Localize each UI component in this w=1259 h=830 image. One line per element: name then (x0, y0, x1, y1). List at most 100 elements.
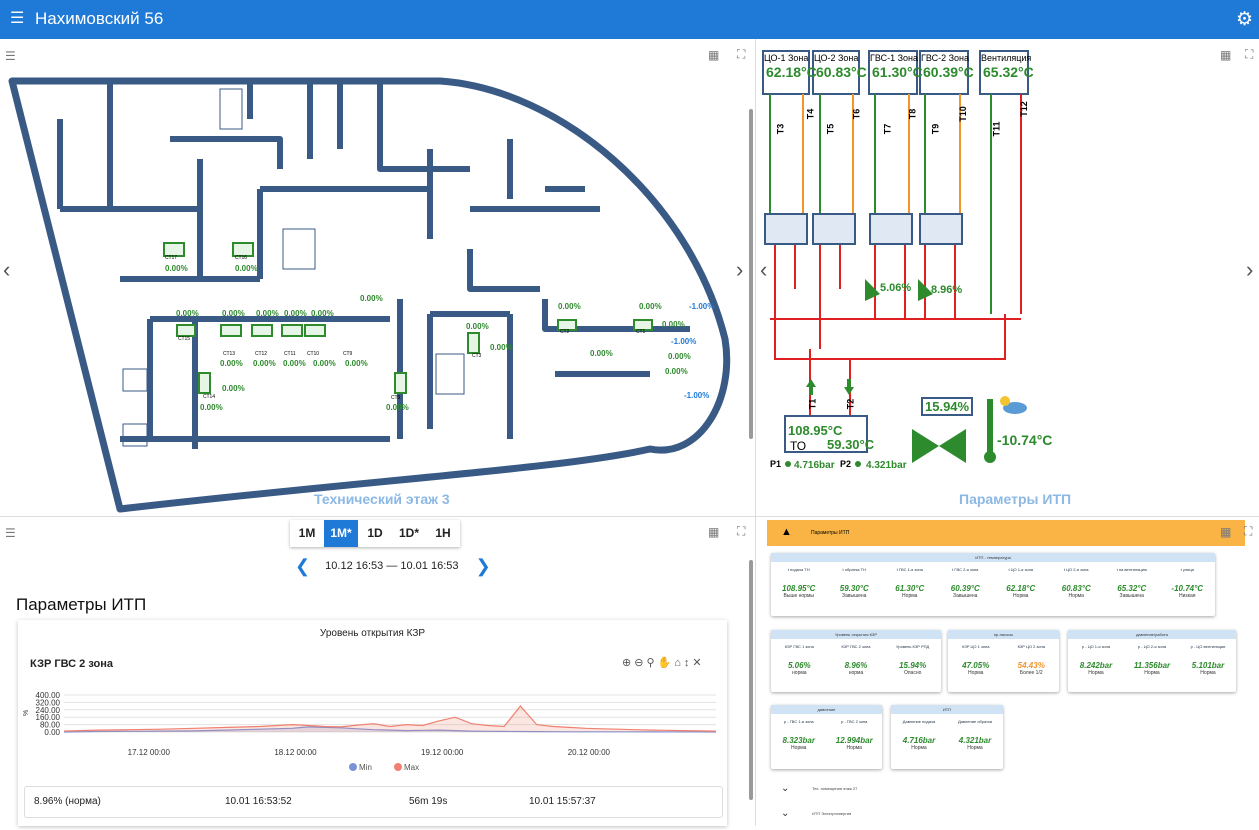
param-cell[interactable]: Давление обратка 4.321bar Норма (947, 719, 1003, 751)
x-tick-label: 18.12 00:00 (274, 748, 317, 757)
param-status: Завышена (1119, 593, 1144, 599)
heat-exchanger (869, 213, 913, 245)
device-label[interactable] (220, 324, 242, 337)
next-range-icon[interactable]: ❯ (476, 556, 491, 576)
param-cell[interactable]: t ЦО 2-я зона 60.83°C Норма (1049, 567, 1105, 599)
param-status: Норма (1088, 670, 1104, 676)
chevron-up-icon[interactable]: ▲ (781, 526, 792, 538)
chevron-down-icon[interactable]: ⌄ (781, 808, 789, 819)
p2-label: P2 (840, 459, 852, 469)
wall (170, 136, 283, 169)
device-name: СТ1 (636, 329, 646, 335)
period-1d[interactable]: 1D (358, 520, 392, 547)
list-icon[interactable]: ☰ (5, 526, 16, 540)
y-axis-label: % (23, 710, 30, 716)
param-cell[interactable]: t обратка ТН 59.30°C Завышена (827, 567, 883, 599)
value-label: 0.00% (490, 343, 513, 352)
param-label: Давление подача (902, 719, 936, 724)
collapsed-section[interactable]: Тех. помещения этаж 27 (812, 786, 857, 791)
param-cell[interactable]: КЗР ГВС 2 зона 8.96% норма (828, 644, 885, 676)
value-label: 0.00% (360, 294, 383, 303)
home-icon[interactable]: ⌂ (674, 657, 684, 669)
value-label: 0.00% (662, 320, 685, 329)
param-status: Норма (902, 593, 918, 599)
param-cell[interactable]: Давление подача 4.716bar Норма (891, 719, 947, 751)
to-label: ТО (790, 439, 807, 453)
param-cell[interactable]: р - ЦО 1-я зона 8.242bar Норма (1068, 644, 1124, 676)
param-cell[interactable]: t улица -10.74°C Низкая (1160, 567, 1216, 599)
device-label[interactable] (394, 372, 407, 394)
pipe-label: T11 (991, 121, 1002, 137)
outdoor-temp: -10.74°C (997, 432, 1053, 448)
pipe-label: T5 (825, 123, 836, 135)
device-label[interactable] (198, 372, 211, 394)
floor-plan-panel: ☰ ▦ ⛶ ‹ › СТ17 0.00% СТ16 0.00% СТ15 СТ1… (0, 39, 755, 517)
param-value: 15.94% (899, 661, 927, 670)
p1-dot (785, 461, 791, 467)
close-icon[interactable]: ✕ (692, 657, 704, 669)
widget-add-icon[interactable]: ▦ (1220, 525, 1231, 539)
zoom-select-icon[interactable]: ⚲ (646, 657, 657, 669)
zone-value: 61.30°C (872, 64, 923, 80)
param-cell[interactable]: р - ГВС 1-я зона 8.323bar Норма (771, 719, 827, 751)
pipe-label: T2 (845, 398, 856, 410)
valve-icon (865, 279, 880, 301)
kzr-card: Уровень открытия КЗР КЗР ГВС 1 зона 5.06%… (771, 630, 941, 692)
param-value: 47.05% (962, 661, 990, 670)
device-value: 0.00% (253, 359, 276, 368)
param-cell[interactable]: t подача ТН 108.95°C Выше нормы (771, 567, 827, 599)
gear-icon[interactable]: ⚙ (1236, 8, 1253, 31)
param-cell[interactable]: КЗР ЦО 1 зона 47.05% Норма (948, 644, 1004, 676)
main-valve-value: 15.94% (921, 397, 974, 416)
param-cell[interactable]: t ЦО 1-я зона 62.18°C Норма (993, 567, 1049, 599)
zoom-in-icon[interactable]: ⊕ (622, 657, 634, 669)
device-name: СТ12 (255, 351, 268, 357)
params-header[interactable]: ▲ Параметры ИТП (767, 520, 1245, 546)
param-status: Норма (1068, 593, 1084, 599)
param-cell[interactable]: t ГВС 2-я зона 60.39°C Завышена (938, 567, 994, 599)
device-name: СТ2 (560, 329, 570, 335)
card-title: ИТП (891, 705, 1003, 714)
prev-range-icon[interactable]: ❮ (295, 556, 310, 576)
param-cell[interactable]: t ГВС 1-я зона 61.30°C Норма (882, 567, 938, 599)
zone-label: ЦО-1 Зона (764, 53, 809, 63)
widget-add-icon[interactable]: ▦ (708, 525, 719, 539)
param-status: Норма (1200, 670, 1216, 676)
device-label[interactable] (251, 324, 273, 337)
period-1h[interactable]: 1H (426, 520, 460, 547)
param-cell[interactable]: t на вентиляцию 65.32°C Завышена (1104, 567, 1160, 599)
period-1d-star[interactable]: 1D* (392, 520, 426, 547)
pan-icon[interactable]: ✋ (658, 657, 675, 669)
param-label: t обратка ТН (842, 567, 866, 572)
scrollbar[interactable] (749, 109, 753, 439)
sun-icon (1000, 396, 1010, 406)
device-label[interactable] (304, 324, 326, 337)
param-cell[interactable]: р - ЦО вентиляции 5.101bar Норма (1180, 644, 1236, 676)
device-label[interactable] (281, 324, 303, 337)
scrollbar[interactable] (749, 560, 753, 800)
period-1m[interactable]: 1M (290, 520, 324, 547)
period-1m-star[interactable]: 1M* (324, 520, 358, 547)
param-cell[interactable]: КЗР ГВС 1 зона 5.06% норма (771, 644, 828, 676)
param-cell[interactable]: р - ЦО 2-я зона 11.356bar Норма (1124, 644, 1180, 676)
period-selector: 1M 1M* 1D 1D* 1H (290, 520, 460, 547)
param-label: КЗР ГВС 2 зона (841, 644, 871, 649)
pipe-label: T7 (882, 123, 893, 135)
y-tick-label: 400.00 (36, 691, 61, 700)
zoom-out-icon[interactable]: ⊖ (634, 657, 646, 669)
param-value: -10.74°C (1171, 584, 1204, 593)
chevron-down-icon[interactable]: ⌄ (781, 783, 789, 794)
device-value: 0.00% (283, 359, 306, 368)
collapsed-section[interactable]: ИТП Электроэнергия (812, 811, 851, 816)
param-cell[interactable]: КЗР ЦО 2 зона 54.43% Более 1/2 (1004, 644, 1060, 676)
param-cell[interactable]: Уровень КЗР РПД 15.94% Опасно (884, 644, 941, 676)
param-label: t ЦО 1-я зона (1008, 567, 1034, 572)
menu-icon[interactable]: ☰ (10, 11, 24, 27)
device-label[interactable] (467, 332, 480, 354)
fullscreen-icon[interactable]: ⛶ (737, 524, 745, 539)
param-value: 54.43% (1017, 661, 1045, 670)
param-cell[interactable]: р - ГВС 2 зона 12.994bar Норма (827, 719, 883, 751)
fullscreen-icon[interactable]: ⛶ (1244, 524, 1252, 539)
param-status: Норма (967, 745, 983, 751)
param-value: 65.32°C (1117, 584, 1147, 593)
